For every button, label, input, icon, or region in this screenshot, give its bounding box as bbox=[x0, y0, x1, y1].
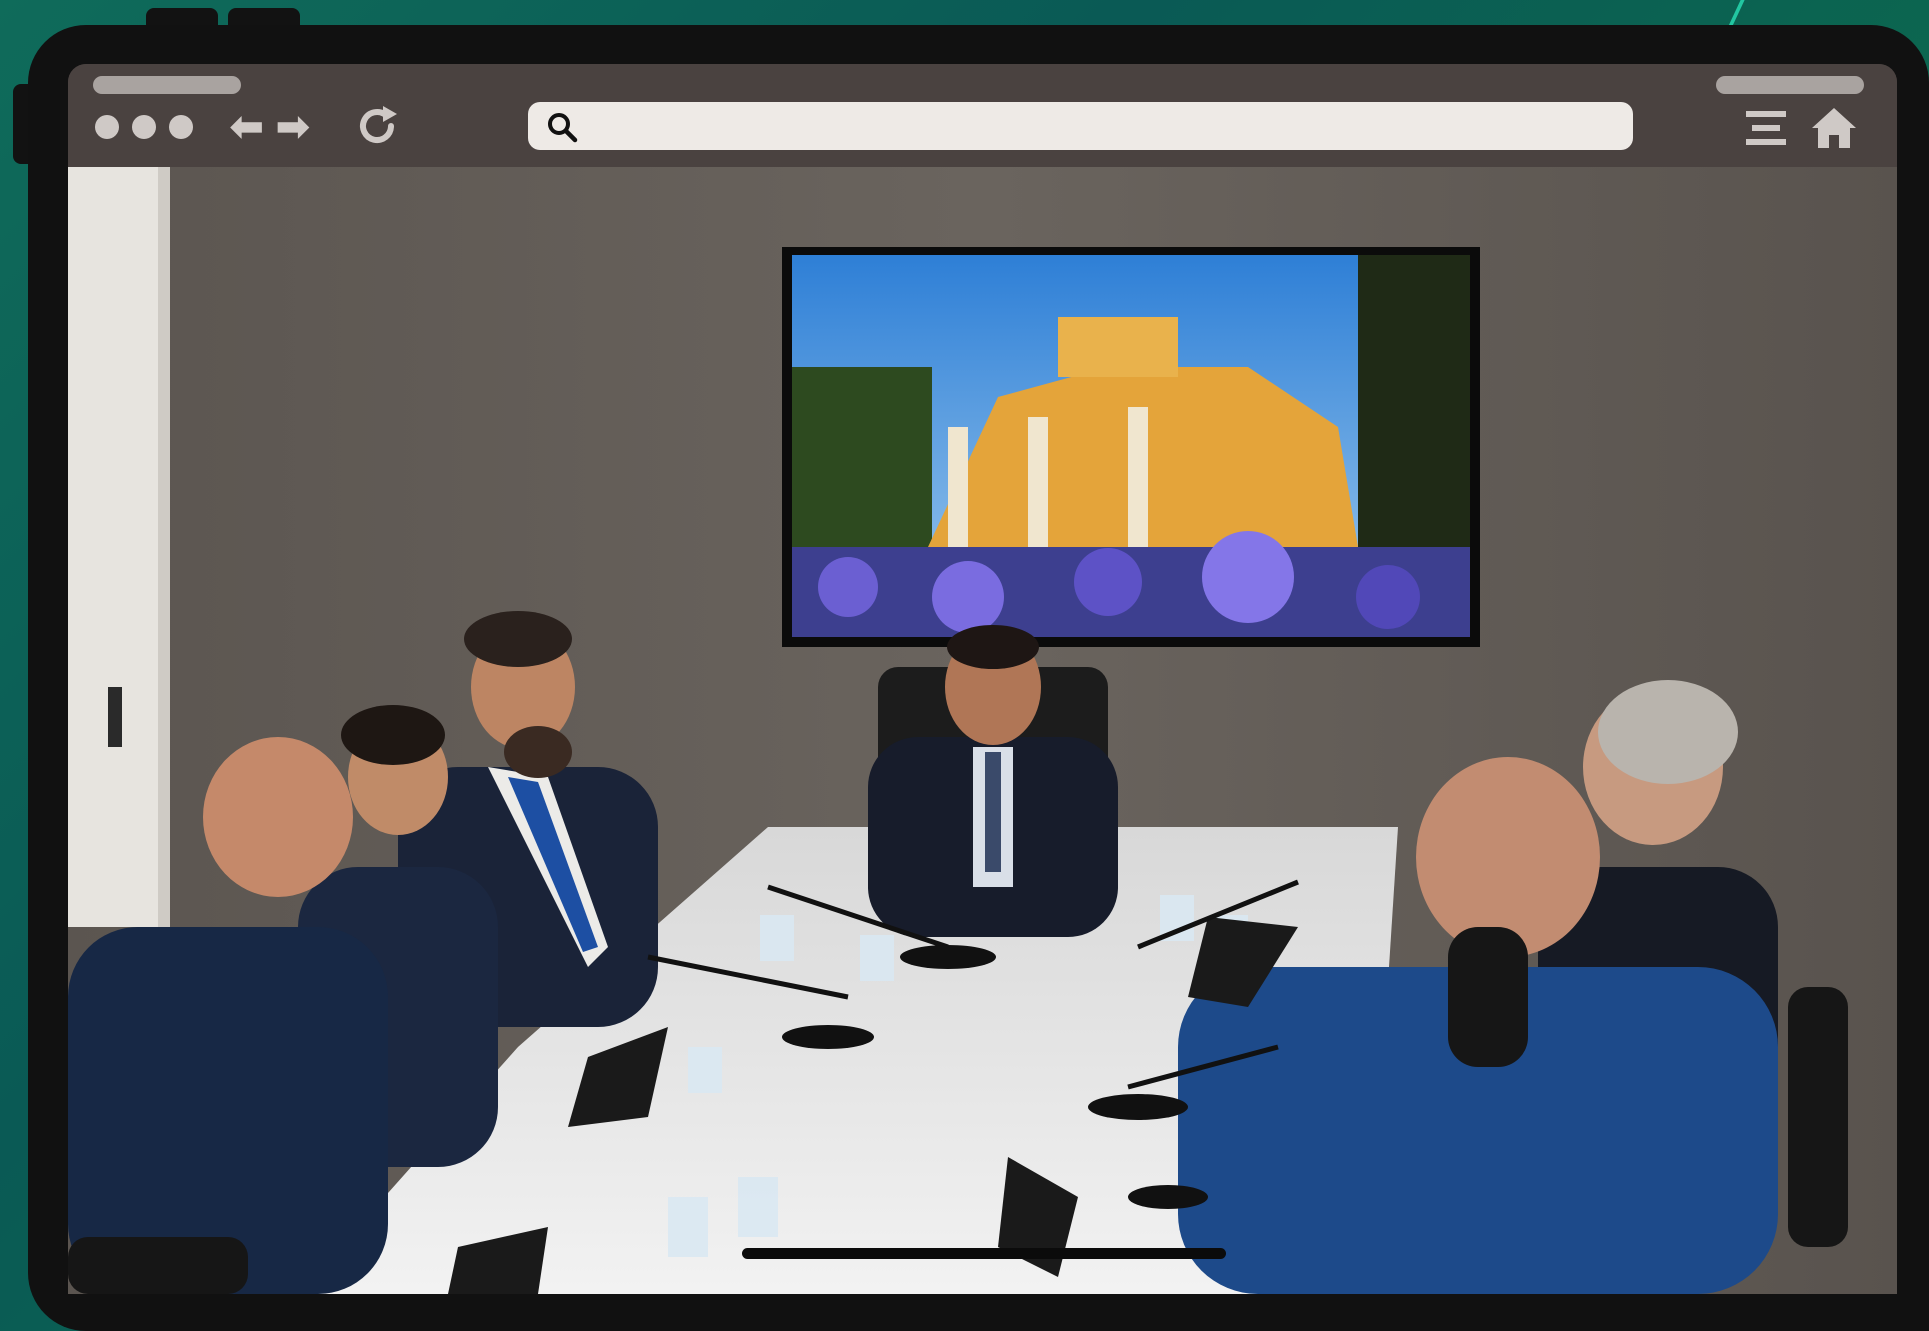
toolbar-handle-left bbox=[93, 76, 241, 94]
menu-icon[interactable] bbox=[1746, 109, 1786, 147]
arrow-right-icon: ➡ bbox=[276, 105, 310, 149]
window-dot[interactable] bbox=[132, 115, 156, 139]
window-dot[interactable] bbox=[169, 115, 193, 139]
window-dot[interactable] bbox=[95, 115, 119, 139]
address-bar[interactable] bbox=[528, 102, 1633, 152]
toolbar-handle-right bbox=[1716, 76, 1864, 94]
back-button[interactable]: ⬅ bbox=[230, 105, 264, 149]
browser-toolbar: ⬅ ➡ bbox=[68, 64, 1897, 167]
reload-icon[interactable] bbox=[353, 102, 401, 150]
arrow-left-icon: ⬅ bbox=[230, 105, 264, 149]
browser-window: ⬅ ➡ bbox=[68, 64, 1897, 1294]
meeting-photo bbox=[68, 167, 1897, 1294]
page-viewport bbox=[68, 167, 1897, 1294]
home-indicator[interactable] bbox=[742, 1248, 1226, 1259]
window-controls[interactable] bbox=[95, 115, 193, 139]
forward-button[interactable]: ➡ bbox=[276, 105, 310, 149]
search-icon bbox=[548, 113, 578, 143]
search-input[interactable] bbox=[590, 102, 1614, 152]
home-icon[interactable] bbox=[1810, 106, 1858, 150]
